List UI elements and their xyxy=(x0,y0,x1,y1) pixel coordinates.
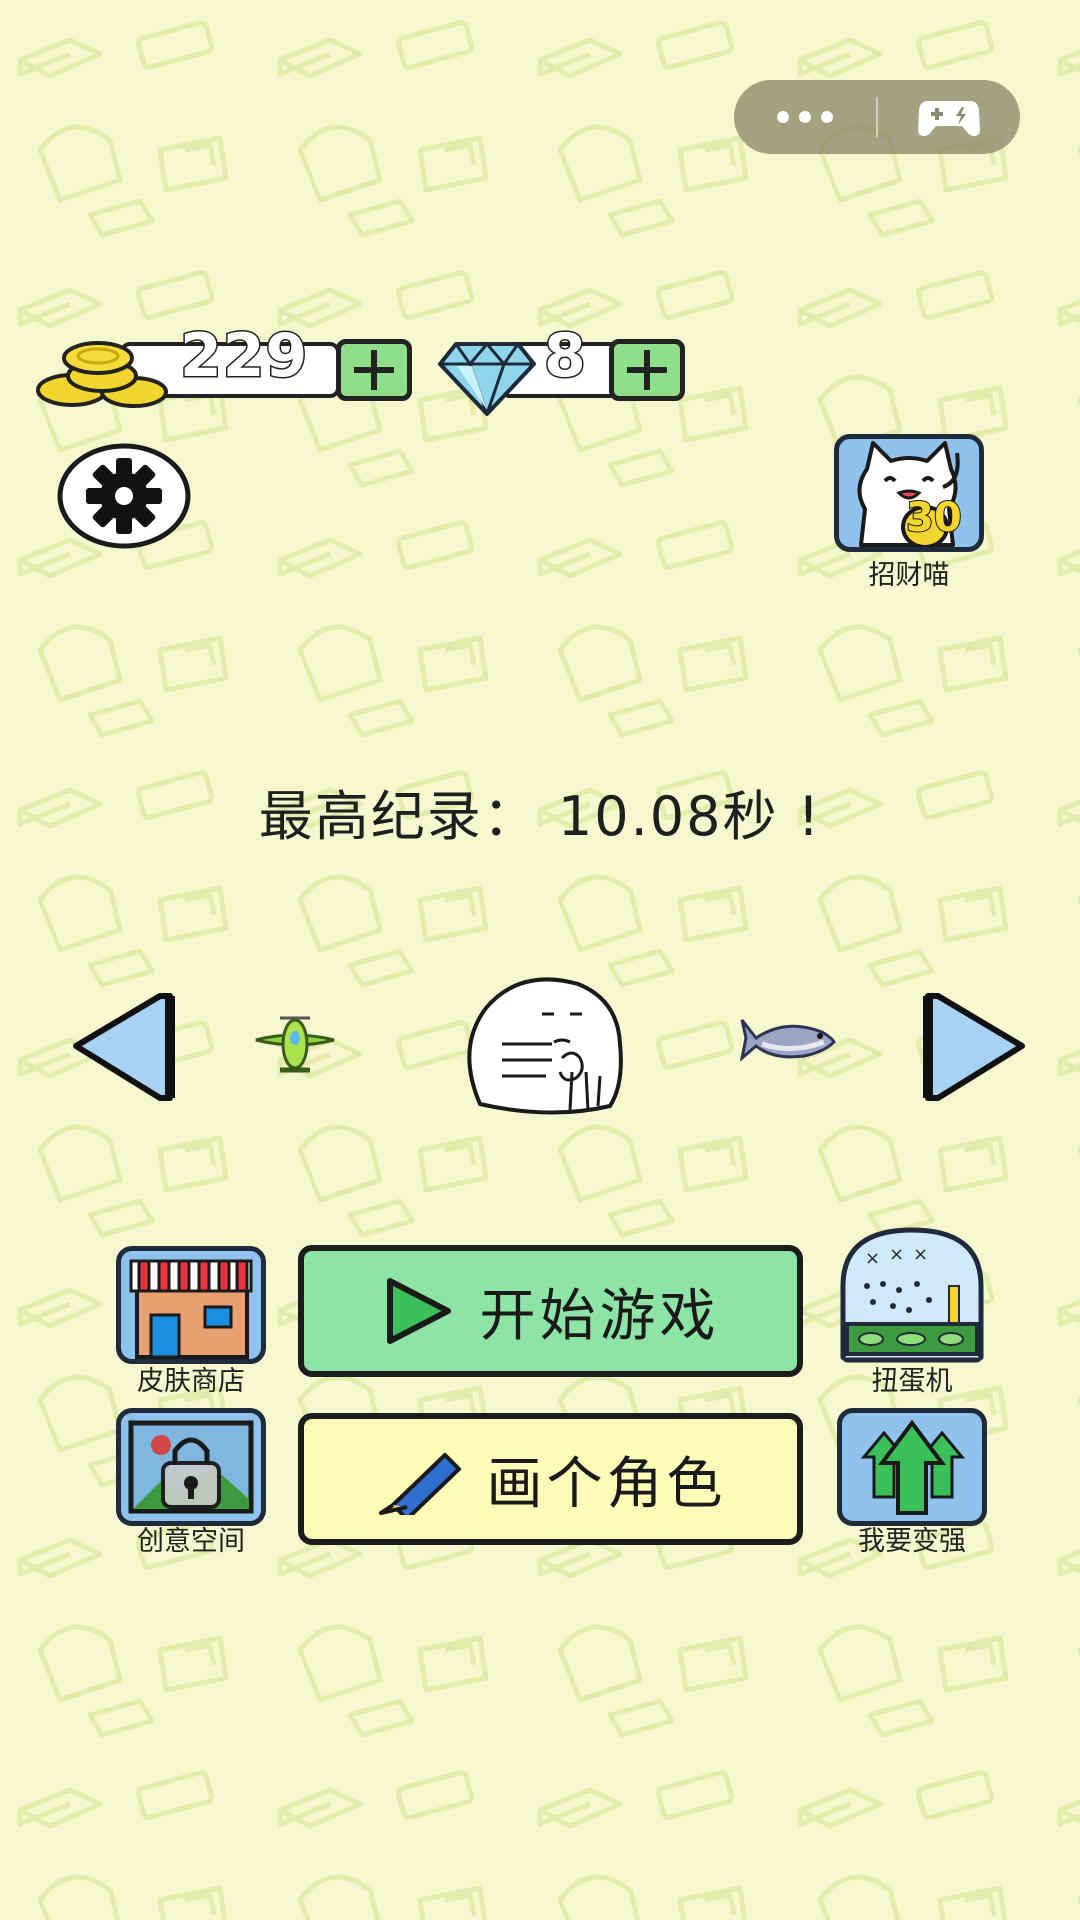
skin-shop-label: 皮肤商店 xyxy=(137,1366,245,1397)
power-up-label: 我要变强 xyxy=(858,1526,966,1557)
gacha-button[interactable]: × × × xyxy=(837,1226,987,1364)
gamepad-icon xyxy=(918,101,980,136)
skin-shop-button[interactable] xyxy=(116,1246,266,1364)
plus-icon xyxy=(354,350,394,390)
creative-space-label: 创意空间 xyxy=(137,1526,245,1557)
pencil-icon xyxy=(378,1453,461,1515)
diamond-count: 8 xyxy=(543,321,588,391)
shop-icon xyxy=(129,1259,253,1359)
svg-text:×: × xyxy=(913,1244,928,1265)
background-pattern xyxy=(0,0,1080,1920)
start-game-button[interactable]: 开始游戏 xyxy=(298,1245,803,1377)
power-up-button[interactable] xyxy=(837,1408,987,1526)
add-coins-button[interactable] xyxy=(336,339,412,401)
game-center-button[interactable] xyxy=(878,80,1020,154)
arrow-right-icon xyxy=(923,993,1025,1101)
diamond-icon xyxy=(438,341,536,416)
previous-character-button[interactable] xyxy=(72,990,182,1104)
gacha-machine-icon: × × × xyxy=(840,1227,984,1363)
lucky-cat-badge: 30 xyxy=(905,495,963,541)
next-character-button[interactable] xyxy=(916,990,1026,1104)
draw-character-button[interactable]: 画个角色 xyxy=(298,1413,803,1545)
gacha-label: 扭蛋机 xyxy=(871,1366,953,1397)
coin-count: 229 xyxy=(178,321,309,391)
svg-text:×: × xyxy=(889,1244,904,1265)
start-game-label: 开始游戏 xyxy=(479,1283,720,1349)
svg-text:×: × xyxy=(865,1248,880,1269)
add-diamonds-button[interactable] xyxy=(609,339,685,401)
best-record-text: 最高纪录： 10.08秒 ! xyxy=(258,785,822,848)
draw-character-label: 画个角色 xyxy=(486,1451,727,1517)
settings-gear-icon xyxy=(57,443,191,549)
mini-program-capsule xyxy=(734,80,1020,154)
plus-icon xyxy=(627,350,667,390)
character-blob xyxy=(467,977,623,1115)
more-button[interactable] xyxy=(734,80,876,154)
coin-stack-icon xyxy=(36,341,168,408)
settings-button[interactable] xyxy=(56,442,192,550)
more-icon xyxy=(777,111,833,123)
creative-space-button[interactable] xyxy=(116,1408,266,1526)
lock-image-icon xyxy=(128,1420,254,1514)
fish-icon xyxy=(740,1019,836,1062)
lucky-cat-label: 招财喵 xyxy=(868,560,950,591)
plane-icon xyxy=(255,1016,335,1073)
play-icon xyxy=(386,1278,451,1344)
trees-upgrade-icon xyxy=(860,1419,966,1515)
arrow-left-icon xyxy=(73,993,175,1101)
